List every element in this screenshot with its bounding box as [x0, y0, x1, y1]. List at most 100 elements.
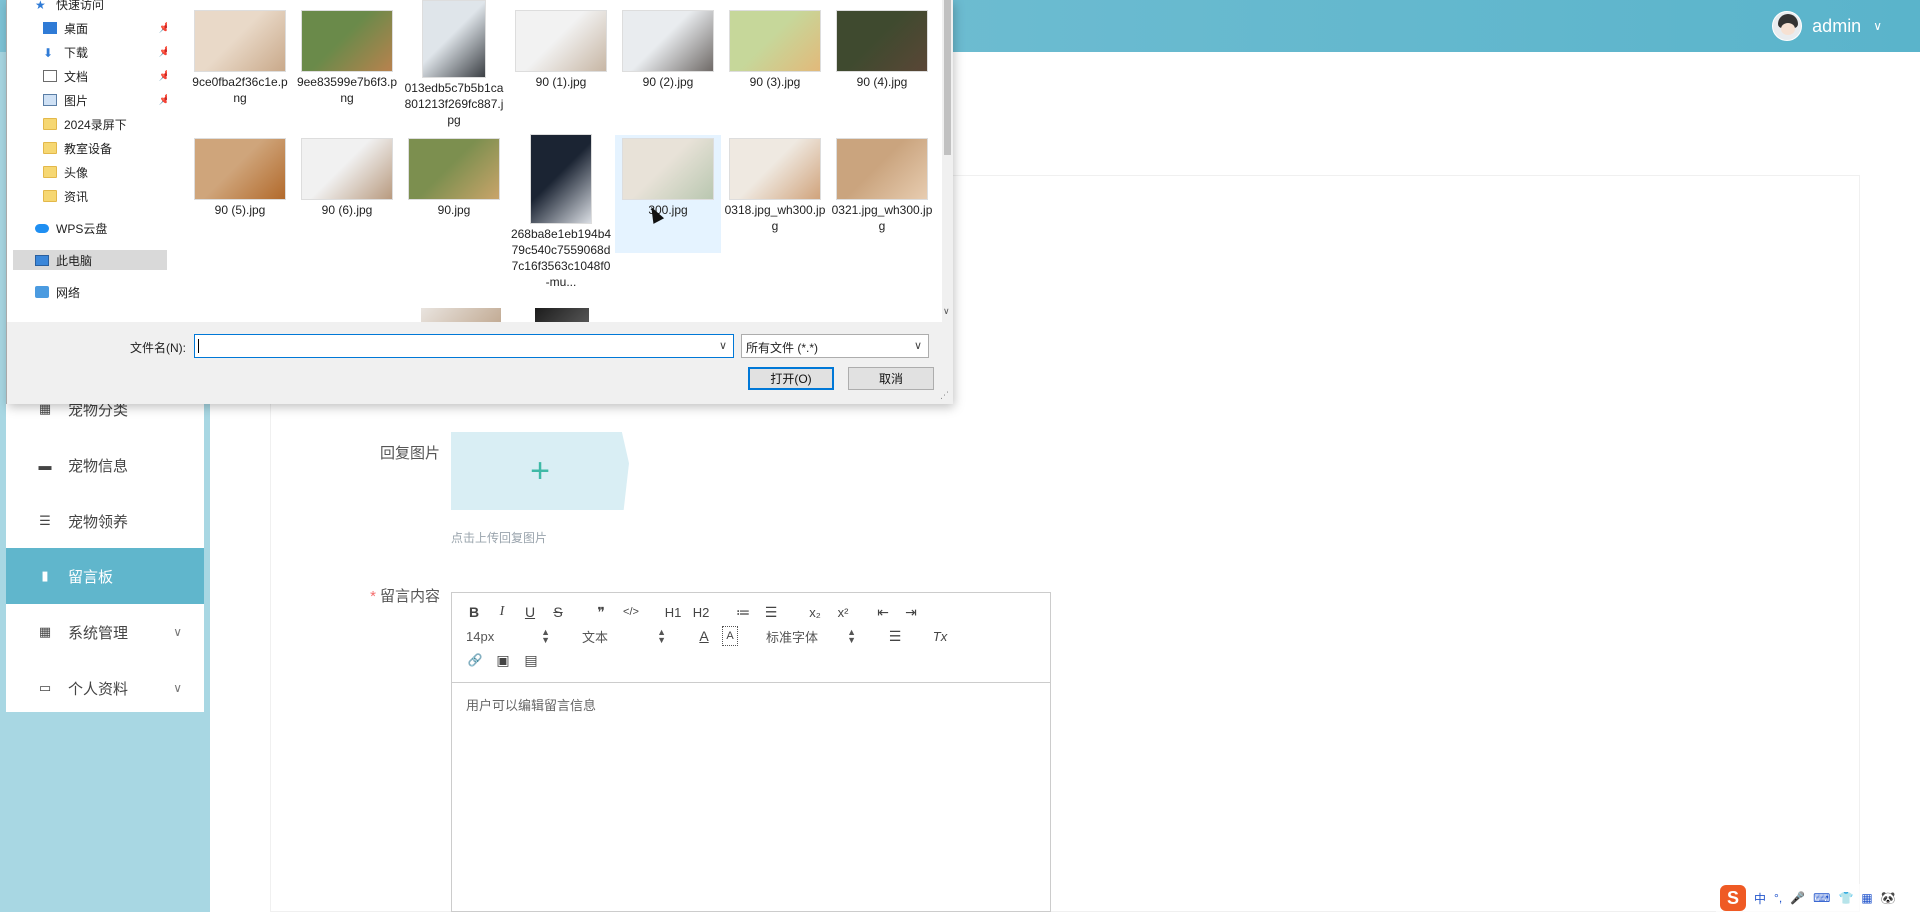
link-icon[interactable]: 🔗: [466, 650, 484, 670]
ime-language[interactable]: 中: [1754, 890, 1766, 907]
nav-item[interactable]: 此电脑: [13, 250, 167, 270]
file-item[interactable]: 9ee83599e7b6f3.png: [294, 10, 400, 106]
scroll-thumb[interactable]: [944, 0, 951, 155]
nav-item-label: WPS云盘: [56, 221, 108, 236]
sidebar-item-label: 个人资料: [68, 680, 129, 698]
scrollbar[interactable]: ∨: [942, 0, 953, 322]
font-family-select[interactable]: 标准字体 ▲ ▼: [766, 626, 856, 646]
header-1-button[interactable]: H1: [662, 602, 684, 622]
skin-icon[interactable]: 👕: [1838, 891, 1853, 905]
image-thumbnail: [301, 10, 393, 72]
nav-item[interactable]: 桌面 📌: [43, 18, 167, 38]
image-icon[interactable]: ▣: [494, 650, 512, 670]
file-item[interactable]: 90 (5).jpg: [187, 138, 293, 218]
sogou-ime-icon[interactable]: S: [1720, 885, 1746, 911]
avatar-icon[interactable]: [1772, 11, 1803, 41]
sidebar-item-system-management[interactable]: ▦ 系统管理 ∨: [6, 604, 204, 660]
microphone-icon[interactable]: 🎤: [1790, 891, 1805, 905]
resize-grip-icon[interactable]: ⋰: [940, 390, 949, 401]
file-item[interactable]: 0318.jpg_wh300.jpg: [722, 138, 828, 234]
font-color-button[interactable]: A: [696, 626, 712, 646]
file-name: 300.jpg: [648, 203, 688, 217]
font-size-select[interactable]: 14px ▲ ▼: [466, 626, 550, 646]
grid-icon: ▦: [38, 401, 52, 416]
sidebar-item-pet-adoption[interactable]: ☰ 宠物领养: [6, 493, 204, 549]
toolbox-icon[interactable]: ▦: [1861, 891, 1872, 905]
nav-item[interactable]: 教室设备: [43, 138, 167, 158]
file-item[interactable]: 90.jpg: [401, 138, 507, 218]
rich-text-editor: B I U S ❞ </> H1 H2 ≔ ☰ x₂ x² ⇤ ⇥ 14px ▲…: [451, 592, 1051, 912]
nav-item-label: 图片: [64, 93, 89, 108]
pin-icon: 📌: [158, 70, 167, 82]
filetype-select[interactable]: 所有文件 (*.*) ∨: [741, 334, 929, 358]
keyboard-icon[interactable]: ⌨: [1813, 891, 1830, 905]
user-menu[interactable]: admin ∨: [1772, 8, 1882, 44]
clean-format-button[interactable]: Tx: [930, 626, 950, 646]
nav-item[interactable]: ⬇ 下载 📌: [43, 42, 167, 62]
strike-button[interactable]: S: [550, 602, 566, 622]
nav-item[interactable]: 2024录屏下: [43, 114, 167, 134]
username[interactable]: admin: [1812, 16, 1861, 37]
file-item[interactable]: 013edb5c7b5b1ca801213f269fc887.jpg: [401, 0, 507, 128]
file-item[interactable]: 90 (6).jpg: [294, 138, 400, 218]
open-button[interactable]: 打开(O): [748, 367, 834, 390]
filename-input[interactable]: ∨: [194, 334, 734, 358]
chevron-down-icon[interactable]: ∨: [719, 339, 727, 352]
background-color-button[interactable]: A: [722, 626, 738, 646]
file-item[interactable]: 0321.jpg_wh300.jpg: [829, 138, 935, 234]
pin-icon: 📌: [158, 94, 167, 106]
file-item[interactable]: 300.jpg: [615, 135, 721, 253]
file-item[interactable]: 90 (2).jpg: [615, 10, 721, 90]
folder-icon: [43, 142, 57, 154]
ordered-list-button[interactable]: ≔: [734, 602, 752, 622]
nav-item[interactable]: 网络: [35, 282, 167, 302]
header-2-button[interactable]: H2: [690, 602, 712, 622]
nav-item[interactable]: WPS云盘: [35, 218, 167, 238]
sidebar-item-pet-info[interactable]: ▬ 宠物信息: [6, 437, 204, 493]
mascot-icon[interactable]: 🐼: [1881, 891, 1896, 905]
code-block-button[interactable]: </>: [620, 602, 642, 622]
subscript-button[interactable]: x₂: [804, 602, 826, 622]
nav-item[interactable]: 资讯: [43, 186, 167, 206]
nav-item[interactable]: ★ 快速访问: [35, 0, 167, 14]
nav-item[interactable]: 文档 📌: [43, 66, 167, 86]
nav-item-label: 文档: [64, 69, 89, 84]
align-button[interactable]: ☰: [886, 626, 904, 646]
superscript-button[interactable]: x²: [832, 602, 854, 622]
punctuation-icon[interactable]: °,: [1774, 891, 1782, 905]
file-item[interactable]: 9ce0fba2f36c1e.png: [187, 10, 293, 106]
sidebar-item-profile[interactable]: ▭ 个人资料 ∨: [6, 660, 204, 716]
file-name: 9ce0fba2f36c1e.png: [192, 75, 288, 105]
blockquote-button[interactable]: ❞: [592, 602, 610, 622]
file-item[interactable]: 90 (4).jpg: [829, 10, 935, 90]
bold-button[interactable]: B: [466, 602, 482, 622]
underline-button[interactable]: U: [522, 602, 538, 622]
desktop-icon: [43, 22, 57, 34]
sidebar-item-label: 宠物领养: [68, 513, 129, 531]
scroll-down-icon[interactable]: ∨: [943, 306, 950, 317]
paragraph-select[interactable]: 文本 ▲ ▼: [582, 626, 666, 646]
nav-item[interactable]: 头像: [43, 162, 167, 182]
video-icon[interactable]: ▤: [522, 650, 540, 670]
chevron-down-icon[interactable]: ∨: [1873, 19, 1882, 33]
bullet-list-button[interactable]: ☰: [762, 602, 780, 622]
reply-image-upload[interactable]: +: [451, 432, 629, 510]
image-thumbnail[interactable]: [535, 308, 589, 322]
sidebar-item-label: 系统管理: [68, 624, 129, 642]
cancel-button[interactable]: 取消: [848, 367, 934, 390]
plus-icon: +: [530, 452, 550, 490]
nav-item-label: 网络: [56, 285, 81, 300]
sidebar-item-message-board[interactable]: ▮ 留言板: [6, 548, 204, 604]
editor-content[interactable]: 用户可以编辑留言信息: [452, 683, 1050, 726]
file-item[interactable]: 90 (3).jpg: [722, 10, 828, 90]
file-item[interactable]: 90 (1).jpg: [508, 10, 614, 90]
nav-item[interactable]: 图片 📌: [43, 90, 167, 110]
image-thumbnail[interactable]: [421, 308, 501, 322]
file-item[interactable]: 268ba8e1eb194b479c540c7559068d7c16f3563c…: [508, 134, 614, 290]
file-name: 013edb5c7b5b1ca801213f269fc887.jpg: [404, 81, 504, 127]
chevron-down-icon: ∨: [913, 340, 922, 352]
file-name: 90 (5).jpg: [214, 203, 266, 217]
indent-button[interactable]: ⇥: [902, 602, 920, 622]
italic-button[interactable]: I: [494, 602, 510, 622]
outdent-button[interactable]: ⇤: [874, 602, 892, 622]
